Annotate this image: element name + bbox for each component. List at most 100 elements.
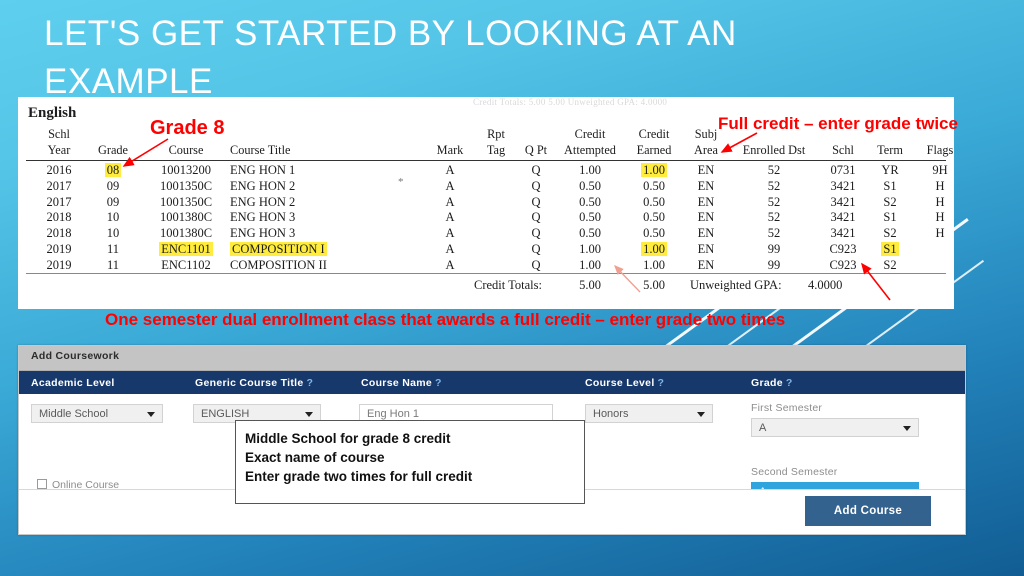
totals-earned: 5.00 bbox=[643, 278, 665, 292]
column-header-academic-level: Academic Level bbox=[31, 377, 118, 389]
table-row: 2018 10 1001380C ENG HON 3 A Q 0.50 0.50 EN 52 342… bbox=[18, 210, 954, 226]
cell-year: 2019 bbox=[46, 257, 72, 272]
cell-title: ENG HON 1 bbox=[230, 163, 296, 177]
cell-qpt: Q bbox=[531, 178, 541, 193]
cell-mark: A bbox=[445, 257, 455, 272]
header-credit-earned: Earned bbox=[636, 143, 672, 157]
cell-term: S2 bbox=[883, 226, 897, 241]
help-icon-generic-course-title[interactable]: ? bbox=[307, 377, 314, 389]
cell-mark: A bbox=[445, 194, 455, 209]
header-enrolled-dst: Enrolled Dst bbox=[742, 143, 806, 157]
cell-earned: 1.00 bbox=[622, 163, 686, 178]
cell-qpt: Q bbox=[531, 257, 541, 272]
cell-earned: 1.00 bbox=[643, 257, 665, 272]
header-schl-2: Schl bbox=[832, 143, 854, 157]
totals-gpa-value: 4.0000 bbox=[808, 278, 843, 292]
cell-earned: 1.00 bbox=[622, 241, 686, 257]
annotation-full-credit: Full credit – enter grade twice bbox=[718, 114, 958, 133]
header-year: Year bbox=[47, 143, 71, 157]
column-label-academic-level: Academic Level bbox=[31, 377, 115, 389]
column-label-grade: Grade bbox=[751, 377, 783, 389]
cell-year: 2017 bbox=[46, 194, 72, 209]
cell-mark: A bbox=[445, 210, 455, 225]
header-credit-attempted: Attempted bbox=[564, 143, 616, 157]
header-term: Term bbox=[877, 143, 903, 157]
header-tag: Tag bbox=[486, 143, 506, 157]
course-level-select[interactable]: Honors bbox=[585, 404, 713, 423]
cell-attempted: 1.00 bbox=[579, 241, 601, 256]
chevron-down-icon bbox=[697, 412, 705, 417]
cell-course: 1001380C bbox=[159, 226, 213, 241]
header-course: Course bbox=[168, 143, 204, 157]
highlight-mark: ENC1101 bbox=[159, 241, 213, 256]
highlight-mark: 1.00 bbox=[641, 241, 667, 256]
cell-qpt: Q bbox=[531, 163, 541, 177]
highlight-mark: 08 bbox=[104, 163, 122, 177]
cell-earned: 0.50 bbox=[643, 178, 665, 193]
highlight-mark: S1 bbox=[881, 241, 899, 256]
cell-flags: H bbox=[935, 194, 945, 209]
cell-mark: A bbox=[445, 178, 455, 193]
cell-grade: 09 bbox=[106, 194, 120, 209]
cell-dst: 52 bbox=[767, 178, 781, 193]
cell-earned: 0.50 bbox=[643, 210, 665, 225]
column-header-grade: Grade? bbox=[751, 377, 793, 389]
table-row: 2019 11 ENC1102 COMPOSITION II A Q 1.00 1.00 EN 9… bbox=[18, 258, 954, 274]
cell-term: S2 bbox=[883, 194, 897, 209]
academic-level-select[interactable]: Middle School bbox=[31, 404, 163, 423]
cell-year: 2018 bbox=[46, 210, 72, 225]
cell-title: ENG HON 2 bbox=[230, 194, 296, 209]
cell-title: ENG HON 3 bbox=[230, 210, 296, 225]
cell-dst: 52 bbox=[767, 194, 781, 209]
cell-attempted: 0.50 bbox=[579, 178, 601, 193]
cell-subj: EN bbox=[697, 178, 715, 193]
instruction-callout: Middle School for grade 8 credit Exact n… bbox=[235, 420, 585, 504]
column-header-generic-course-title: Generic Course Title? bbox=[195, 377, 313, 389]
cell-schl: 3421 bbox=[830, 178, 856, 193]
cell-mark: A bbox=[445, 226, 455, 241]
cell-subj: EN bbox=[697, 194, 715, 209]
add-course-button[interactable]: Add Course bbox=[805, 496, 931, 526]
cell-course: 1001380C bbox=[159, 210, 213, 225]
transcript-row-container: 2016 08 10013200 ENG HON 1 A Q 1.00 1.00 EN 52 073… bbox=[18, 163, 954, 274]
generic-course-title-value: ENGLISH bbox=[201, 408, 250, 420]
callout-line-3: Enter grade two times for full credit bbox=[245, 469, 473, 485]
chevron-down-icon bbox=[147, 412, 155, 417]
callout-line-2: Exact name of course bbox=[245, 450, 385, 466]
cell-course: ENC1101 bbox=[150, 241, 222, 257]
cell-flags: H bbox=[935, 226, 945, 241]
column-header-course-level: Course Level? bbox=[585, 377, 664, 389]
cell-attempted: 0.50 bbox=[579, 226, 601, 241]
cell-term: S1 bbox=[883, 210, 897, 225]
cell-schl: C923 bbox=[829, 257, 857, 272]
course-level-value: Honors bbox=[593, 408, 629, 420]
academic-level-value: Middle School bbox=[39, 408, 109, 420]
cell-attempted: 0.50 bbox=[579, 194, 601, 209]
form-column-headers: Academic Level Generic Course Title? Cou… bbox=[19, 371, 965, 394]
table-row: 2016 08 10013200 ENG HON 1 A Q 1.00 1.00 EN 52 073… bbox=[18, 163, 954, 179]
column-header-course-name: Course Name? bbox=[361, 377, 442, 389]
cell-term: S1 bbox=[883, 178, 897, 193]
cell-earned: 0.50 bbox=[643, 226, 665, 241]
header-credit-2: Credit bbox=[638, 127, 670, 141]
cell-term: S1 bbox=[864, 241, 916, 257]
header-schl: Schl bbox=[48, 127, 70, 141]
cell-schl: 3421 bbox=[830, 194, 856, 209]
cell-dst: 99 bbox=[767, 257, 781, 272]
cell-grade: 11 bbox=[106, 241, 120, 256]
cell-flags: 9H bbox=[932, 163, 948, 177]
help-icon-grade[interactable]: ? bbox=[786, 377, 793, 389]
first-semester-select[interactable]: A bbox=[751, 418, 919, 437]
cell-subj: EN bbox=[697, 210, 715, 225]
first-semester-label: First Semester bbox=[751, 402, 823, 414]
cell-qpt: Q bbox=[531, 226, 541, 241]
cell-year: 2017 bbox=[46, 178, 72, 193]
help-icon-course-level[interactable]: ? bbox=[658, 377, 665, 389]
totals-attempted: 5.00 bbox=[579, 278, 601, 292]
table-row: 2017 09 1001350C ENG HON 2 A Q 0.50 0.50 EN 52 342… bbox=[18, 195, 954, 211]
table-row: 2019 11 ENC1101 COMPOSITION I A Q 1.00 1.00 EN 99… bbox=[18, 241, 954, 258]
header-grade: Grade bbox=[97, 143, 129, 157]
help-icon-course-name[interactable]: ? bbox=[435, 377, 442, 389]
header-credit-1: Credit bbox=[574, 127, 606, 141]
cell-schl: 0731 bbox=[830, 163, 856, 177]
